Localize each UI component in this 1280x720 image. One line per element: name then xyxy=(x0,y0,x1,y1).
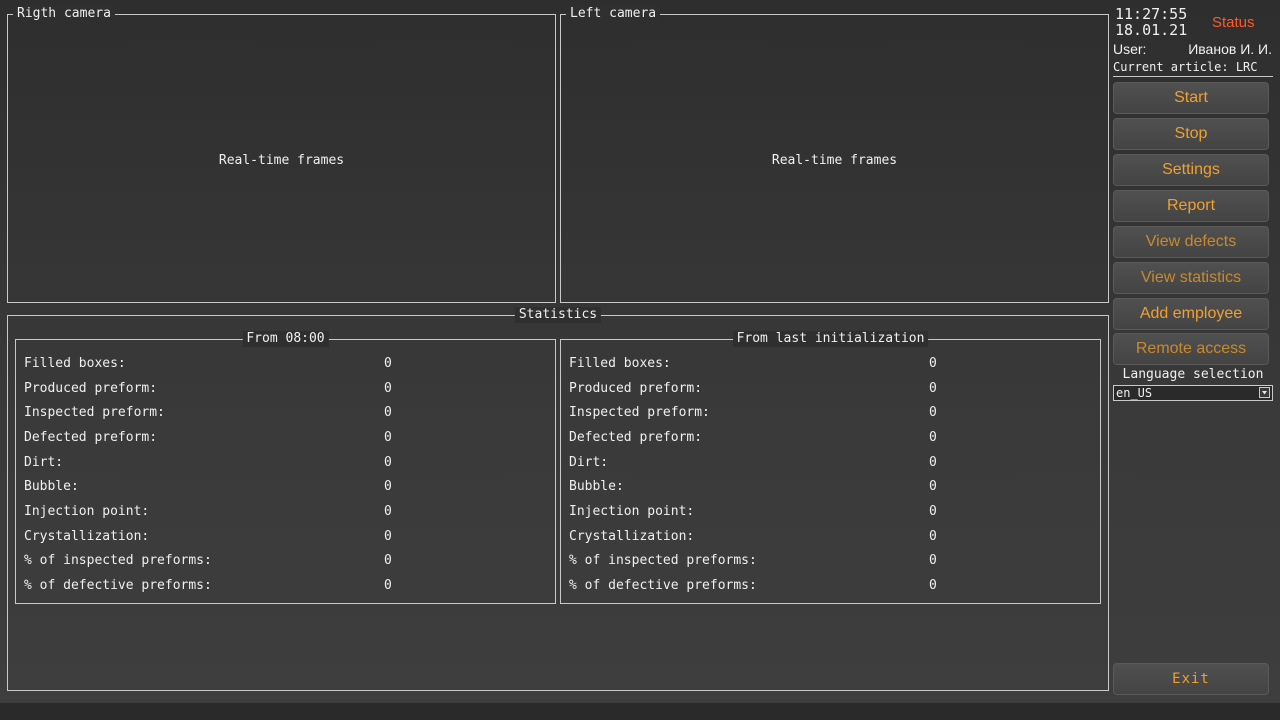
stats-from-init-panel: From last initialization Filled boxes: 0 … xyxy=(560,331,1101,604)
stat-value: 0 xyxy=(929,356,937,371)
stat-label: Crystallization: xyxy=(24,529,150,544)
language-selection-label: Language selection xyxy=(1122,367,1264,382)
right-camera-panel: Rigth camera Real-time frames xyxy=(7,6,556,303)
stat-label: Defected preform: xyxy=(569,430,703,445)
stat-row: % of inspected preforms: 0 xyxy=(24,551,544,571)
stat-label: Defected preform: xyxy=(24,430,158,445)
stat-label: Bubble: xyxy=(569,479,624,494)
stat-label: Produced preform: xyxy=(24,381,158,396)
statistics-panel: Statistics From 08:00 Filled boxes: 0 Pro… xyxy=(7,307,1109,691)
left-camera-frames: Real-time frames xyxy=(771,153,898,168)
stat-value: 0 xyxy=(384,455,392,470)
stat-value: 0 xyxy=(929,405,937,420)
stats-from-shift-title: From 08:00 xyxy=(242,331,329,347)
stat-row: % of inspected preforms: 0 xyxy=(569,551,1089,571)
stat-row: Dirt: 0 xyxy=(569,453,1089,473)
stat-value: 0 xyxy=(929,578,937,593)
language-select[interactable]: en_US xyxy=(1113,385,1273,401)
stat-value: 0 xyxy=(384,553,392,568)
report-button[interactable]: Report xyxy=(1113,190,1269,222)
stats-from-init-title: From last initialization xyxy=(732,331,929,347)
stat-label: % of defective preforms: xyxy=(569,578,757,593)
left-camera-panel: Left camera Real-time frames xyxy=(560,6,1109,303)
stat-label: % of inspected preforms: xyxy=(569,553,757,568)
stat-row: Filled boxes: 0 xyxy=(24,354,544,374)
stat-label: Injection point: xyxy=(24,504,150,519)
stat-value: 0 xyxy=(384,430,392,445)
stat-row: Filled boxes: 0 xyxy=(569,354,1089,374)
clock-time: 11:27:55 xyxy=(1115,5,1188,23)
current-article: Current article: LRC xyxy=(1113,59,1273,77)
stat-row: Produced preform: 0 xyxy=(24,379,544,399)
stat-row: Injection point: 0 xyxy=(569,502,1089,522)
language-select-value: en_US xyxy=(1116,386,1153,400)
remote-access-button[interactable]: Remote access xyxy=(1113,333,1269,365)
stat-row: Inspected preform: 0 xyxy=(569,403,1089,423)
stat-row: Defected preform: 0 xyxy=(24,428,544,448)
stat-row: % of defective preforms: 0 xyxy=(24,576,544,596)
stat-row: Crystallization: 0 xyxy=(569,527,1089,547)
stat-value: 0 xyxy=(384,405,392,420)
stat-value: 0 xyxy=(929,553,937,568)
stat-value: 0 xyxy=(384,479,392,494)
stat-label: Produced preform: xyxy=(569,381,703,396)
stat-label: % of defective preforms: xyxy=(24,578,212,593)
stat-label: Inspected preform: xyxy=(569,405,710,420)
chevron-down-icon[interactable] xyxy=(1259,387,1270,398)
stat-label: Injection point: xyxy=(569,504,695,519)
right-camera-frames: Real-time frames xyxy=(218,153,345,168)
stat-label: Dirt: xyxy=(24,455,64,470)
stat-label: % of inspected preforms: xyxy=(24,553,212,568)
view-statistics-button[interactable]: View statistics xyxy=(1113,262,1269,294)
left-camera-title: Left camera xyxy=(566,6,661,22)
right-camera-title: Rigth camera xyxy=(13,6,115,22)
stat-value: 0 xyxy=(929,529,937,544)
stat-value: 0 xyxy=(384,578,392,593)
clock-date: 18.01.21 xyxy=(1115,21,1188,39)
stat-label: Dirt: xyxy=(569,455,609,470)
stat-row: Defected preform: 0 xyxy=(569,428,1089,448)
settings-button[interactable]: Settings xyxy=(1113,154,1269,186)
stat-row: Injection point: 0 xyxy=(24,502,544,522)
stat-value: 0 xyxy=(384,529,392,544)
stat-value: 0 xyxy=(929,381,937,396)
stat-value: 0 xyxy=(929,430,937,445)
stat-value: 0 xyxy=(384,381,392,396)
stat-label: Filled boxes: xyxy=(24,356,126,371)
stat-value: 0 xyxy=(384,504,392,519)
stat-value: 0 xyxy=(929,504,937,519)
stat-label: Bubble: xyxy=(24,479,79,494)
user-name: Иванов И. И. xyxy=(1188,41,1272,57)
stats-from-shift-panel: From 08:00 Filled boxes: 0 Produced prefo… xyxy=(15,331,556,604)
add-employee-button[interactable]: Add employee xyxy=(1113,298,1269,330)
stat-value: 0 xyxy=(929,479,937,494)
stat-row: Bubble: 0 xyxy=(24,477,544,497)
stat-row: Inspected preform: 0 xyxy=(24,403,544,423)
stat-row: Produced preform: 0 xyxy=(569,379,1089,399)
stop-button[interactable]: Stop xyxy=(1113,118,1269,150)
stat-label: Inspected preform: xyxy=(24,405,165,420)
stat-row: Bubble: 0 xyxy=(569,477,1089,497)
view-defects-button[interactable]: View defects xyxy=(1113,226,1269,258)
exit-button[interactable]: Exit xyxy=(1113,663,1269,695)
stat-row: Dirt: 0 xyxy=(24,453,544,473)
stat-value: 0 xyxy=(384,356,392,371)
stat-row: % of defective preforms: 0 xyxy=(569,576,1089,596)
bottom-bar xyxy=(0,703,1280,720)
stat-label: Crystallization: xyxy=(569,529,695,544)
status-indicator: Status xyxy=(1212,14,1255,31)
user-label: User: xyxy=(1113,41,1147,57)
start-button[interactable]: Start xyxy=(1113,82,1269,114)
stat-row: Crystallization: 0 xyxy=(24,527,544,547)
stat-label: Filled boxes: xyxy=(569,356,671,371)
stat-value: 0 xyxy=(929,455,937,470)
statistics-title: Statistics xyxy=(514,307,602,323)
